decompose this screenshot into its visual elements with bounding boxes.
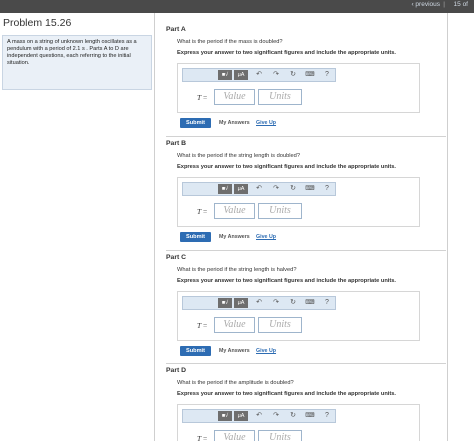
give-up-link[interactable]: Give Up xyxy=(256,120,276,126)
templates-icon[interactable]: ■√ xyxy=(218,70,232,80)
value-input[interactable]: Value xyxy=(214,89,255,105)
instruction-text: Express your answer to two significant f… xyxy=(177,50,397,56)
keyboard-icon[interactable]: ⌨ xyxy=(305,298,315,308)
problem-title: Problem 15.26 xyxy=(3,17,72,29)
undo-icon[interactable]: ↶ xyxy=(254,411,264,421)
question-text: What is the period if the amplitude is d… xyxy=(177,380,294,386)
undo-icon[interactable]: ↶ xyxy=(254,298,264,308)
variable-label: T = xyxy=(197,321,208,330)
previous-link[interactable]: ‹ previous xyxy=(411,1,440,8)
units-input[interactable]: Units xyxy=(258,203,302,219)
answer-box: ■√ μA ↶ ↷ ↻ ⌨ ? T = Value Units xyxy=(177,404,420,441)
undo-icon[interactable]: ↶ xyxy=(254,70,264,80)
top-nav-bar: ‹ previous | 15 of xyxy=(0,0,474,13)
part-title: Part B xyxy=(166,140,187,147)
instruction-text: Express your answer to two significant f… xyxy=(177,391,397,397)
part-divider xyxy=(166,250,446,251)
redo-icon[interactable]: ↷ xyxy=(271,411,281,421)
give-up-link[interactable]: Give Up xyxy=(256,348,276,354)
variable-label: T = xyxy=(197,207,208,216)
value-input[interactable]: Value xyxy=(214,317,255,333)
instruction-text: Express your answer to two significant f… xyxy=(177,164,397,170)
templates-icon[interactable]: ■√ xyxy=(218,184,232,194)
templates-icon[interactable]: ■√ xyxy=(218,411,232,421)
part-title: Part D xyxy=(166,367,187,374)
submit-button[interactable]: Submit xyxy=(180,232,211,242)
part-divider xyxy=(166,136,446,137)
math-toolbar: ■√ μA ↶ ↷ ↻ ⌨ ? xyxy=(182,68,336,82)
variable-label: T = xyxy=(197,434,208,441)
keyboard-icon[interactable]: ⌨ xyxy=(305,184,315,194)
problem-counter: 15 of xyxy=(453,1,468,8)
math-toolbar: ■√ μA ↶ ↷ ↻ ⌨ ? xyxy=(182,182,336,196)
keyboard-icon[interactable]: ⌨ xyxy=(305,70,315,80)
undo-icon[interactable]: ↶ xyxy=(254,184,264,194)
units-icon[interactable]: μA xyxy=(234,70,248,80)
help-icon[interactable]: ? xyxy=(322,298,332,308)
answer-box: ■√ μA ↶ ↷ ↻ ⌨ ? T = Value Units xyxy=(177,177,420,227)
my-answers-link[interactable]: My Answers xyxy=(219,234,250,240)
value-input[interactable]: Value xyxy=(214,203,255,219)
question-text: What is the period if the mass is double… xyxy=(177,39,283,45)
right-divider xyxy=(447,13,448,441)
part-c: Part C What is the period if the string … xyxy=(166,254,446,364)
templates-icon[interactable]: ■√ xyxy=(218,298,232,308)
math-toolbar: ■√ μA ↶ ↷ ↻ ⌨ ? xyxy=(182,296,336,310)
help-icon[interactable]: ? xyxy=(322,411,332,421)
reset-icon[interactable]: ↻ xyxy=(288,298,298,308)
redo-icon[interactable]: ↷ xyxy=(271,298,281,308)
units-input[interactable]: Units xyxy=(258,317,302,333)
question-text: What is the period if the string length … xyxy=(177,153,300,159)
units-icon[interactable]: μA xyxy=(234,298,248,308)
units-icon[interactable]: μA xyxy=(234,411,248,421)
part-title: Part C xyxy=(166,254,187,261)
variable-label: T = xyxy=(197,93,208,102)
answer-box: ■√ μA ↶ ↷ ↻ ⌨ ? T = Value Units xyxy=(177,291,420,341)
part-divider xyxy=(166,363,446,364)
submit-button[interactable]: Submit xyxy=(180,118,211,128)
my-answers-link[interactable]: My Answers xyxy=(219,120,250,126)
value-input[interactable]: Value xyxy=(214,430,255,441)
problem-panel: Problem 15.26 A mass on a string of unkn… xyxy=(0,13,155,441)
units-input[interactable]: Units xyxy=(258,430,302,441)
part-a: Part A What is the period if the mass is… xyxy=(166,26,446,136)
reset-icon[interactable]: ↻ xyxy=(288,70,298,80)
answer-box: ■√ μA ↶ ↷ ↻ ⌨ ? T = Value Units xyxy=(177,63,420,113)
help-icon[interactable]: ? xyxy=(322,70,332,80)
instruction-text: Express your answer to two significant f… xyxy=(177,278,397,284)
keyboard-icon[interactable]: ⌨ xyxy=(305,411,315,421)
units-input[interactable]: Units xyxy=(258,89,302,105)
part-b: Part B What is the period if the string … xyxy=(166,140,446,250)
nav-separator: | xyxy=(443,1,445,8)
help-icon[interactable]: ? xyxy=(322,184,332,194)
units-icon[interactable]: μA xyxy=(234,184,248,194)
give-up-link[interactable]: Give Up xyxy=(256,234,276,240)
question-text: What is the period if the string length … xyxy=(177,267,297,273)
redo-icon[interactable]: ↷ xyxy=(271,184,281,194)
my-answers-link[interactable]: My Answers xyxy=(219,348,250,354)
math-toolbar: ■√ μA ↶ ↷ ↻ ⌨ ? xyxy=(182,409,336,423)
submit-button[interactable]: Submit xyxy=(180,346,211,356)
reset-icon[interactable]: ↻ xyxy=(288,411,298,421)
redo-icon[interactable]: ↷ xyxy=(271,70,281,80)
part-d: Part D What is the period if the amplitu… xyxy=(166,367,446,441)
part-title: Part A xyxy=(166,26,186,33)
reset-icon[interactable]: ↻ xyxy=(288,184,298,194)
problem-statement: A mass on a string of unknown length osc… xyxy=(2,35,152,90)
